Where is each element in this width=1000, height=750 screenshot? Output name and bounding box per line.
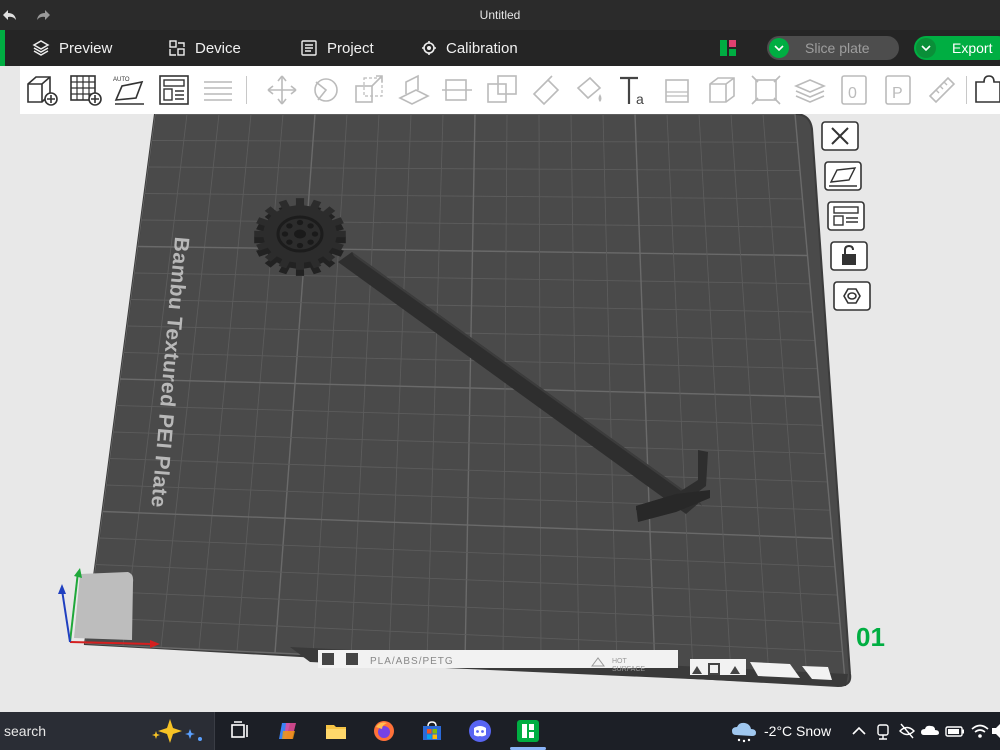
accent-strip bbox=[0, 30, 5, 66]
slice-plate-button[interactable]: Slice plate bbox=[767, 36, 899, 60]
taskbar: search -2°C Snow bbox=[0, 712, 1000, 750]
add-object-icon[interactable] bbox=[24, 72, 60, 108]
add-plate-icon[interactable] bbox=[68, 72, 104, 108]
arrange-plate-icon[interactable] bbox=[826, 200, 866, 232]
tab-calibration-label: Calibration bbox=[446, 39, 518, 57]
svg-text:a: a bbox=[636, 91, 644, 107]
task-view-icon[interactable] bbox=[228, 719, 252, 743]
export-label: Export bbox=[952, 40, 993, 56]
tab-device[interactable]: Device bbox=[168, 30, 241, 66]
arrange-icon[interactable] bbox=[156, 72, 192, 108]
sparkle-icon bbox=[148, 717, 208, 743]
copilot-icon[interactable] bbox=[276, 719, 300, 743]
build-plate[interactable] bbox=[83, 114, 852, 688]
plate-p-icon[interactable]: P bbox=[880, 72, 916, 108]
toolbar-divider bbox=[246, 76, 247, 104]
puzzle-icon[interactable] bbox=[972, 72, 1000, 108]
rotate-icon[interactable] bbox=[308, 72, 344, 108]
auto-orient-icon[interactable]: AUTO bbox=[112, 72, 148, 108]
export-dropdown-icon[interactable] bbox=[916, 38, 936, 58]
tab-project[interactable]: Project bbox=[300, 30, 374, 66]
support-paint-icon[interactable] bbox=[528, 72, 564, 108]
plate-zero-icon[interactable]: 0 bbox=[836, 72, 872, 108]
plate-settings-icon[interactable] bbox=[832, 280, 872, 312]
close-plate-icon[interactable] bbox=[820, 120, 860, 152]
toolbar-divider bbox=[966, 76, 967, 104]
window-title: Untitled bbox=[479, 8, 521, 22]
svg-text:P: P bbox=[892, 85, 903, 102]
hot-label-1: HOT bbox=[612, 658, 628, 665]
battery-icon[interactable] bbox=[944, 719, 966, 743]
lay-on-face-icon[interactable] bbox=[396, 72, 432, 108]
meet-now-icon[interactable] bbox=[874, 719, 892, 743]
project-icon bbox=[301, 40, 317, 56]
search-field[interactable]: search bbox=[0, 712, 215, 750]
tab-project-label: Project bbox=[327, 39, 374, 57]
auto-orient-plate-icon[interactable] bbox=[823, 160, 863, 192]
file-explorer-icon[interactable] bbox=[324, 719, 348, 743]
bambu-studio-icon[interactable] bbox=[516, 719, 540, 743]
viewport-3d[interactable]: PLA/ABS/PETG HOT SURFACE Bambu Textured … bbox=[0, 114, 1000, 712]
volume-icon[interactable] bbox=[992, 719, 1000, 743]
firefox-icon[interactable] bbox=[372, 719, 396, 743]
device-icon bbox=[169, 40, 185, 56]
auto-label: AUTO bbox=[113, 77, 130, 83]
tab-preview-label: Preview bbox=[59, 39, 113, 57]
title-bar: Untitled bbox=[0, 0, 1000, 30]
origin-corner bbox=[74, 572, 134, 640]
onedrive-icon[interactable] bbox=[920, 719, 940, 743]
hot-label-2: SURFACE bbox=[612, 666, 645, 673]
chevron-up-icon[interactable] bbox=[850, 719, 868, 743]
move-icon[interactable] bbox=[264, 72, 300, 108]
layers-icon bbox=[32, 40, 50, 56]
layers-stack-icon[interactable] bbox=[792, 72, 828, 108]
hidden-eye-icon[interactable] bbox=[898, 719, 916, 743]
boolean-icon[interactable] bbox=[484, 72, 520, 108]
split-layers-icon bbox=[200, 72, 236, 108]
filament-label: PLA/ABS/PETG bbox=[370, 656, 454, 667]
variable-height-icon[interactable] bbox=[660, 72, 696, 108]
search-text: search bbox=[4, 723, 47, 739]
cut-icon[interactable] bbox=[440, 72, 476, 108]
svg-text:0: 0 bbox=[848, 85, 857, 102]
slice-dropdown-icon[interactable] bbox=[769, 38, 789, 58]
tab-calibration[interactable]: Calibration bbox=[421, 30, 518, 66]
measure-icon[interactable] bbox=[748, 72, 784, 108]
assembly-view-icon[interactable] bbox=[704, 72, 740, 108]
plate-number[interactable]: 01 bbox=[856, 622, 885, 653]
menu-bar: Preview Device Project Calibration Slice… bbox=[0, 30, 1000, 66]
wifi-icon[interactable] bbox=[970, 719, 990, 743]
calibration-icon bbox=[422, 41, 436, 55]
color-paint-icon[interactable] bbox=[572, 72, 608, 108]
scale-icon[interactable] bbox=[352, 72, 388, 108]
text-icon[interactable]: a bbox=[616, 72, 652, 108]
store-icon[interactable] bbox=[420, 719, 444, 743]
toolbar: AUTO a 0 P bbox=[20, 66, 1000, 114]
tab-preview[interactable]: Preview bbox=[32, 30, 112, 66]
lock-plate-icon[interactable] bbox=[829, 240, 869, 272]
discord-icon[interactable] bbox=[468, 719, 492, 743]
weather-text: -2°C Snow bbox=[764, 723, 832, 739]
gear-part bbox=[254, 198, 346, 276]
ruler-icon[interactable] bbox=[924, 72, 960, 108]
weather-snow-icon[interactable] bbox=[730, 719, 758, 743]
multi-color-icon[interactable] bbox=[720, 40, 736, 56]
export-button[interactable]: Export bbox=[914, 36, 1000, 60]
tab-device-label: Device bbox=[195, 39, 241, 57]
slice-plate-label: Slice plate bbox=[805, 40, 870, 56]
